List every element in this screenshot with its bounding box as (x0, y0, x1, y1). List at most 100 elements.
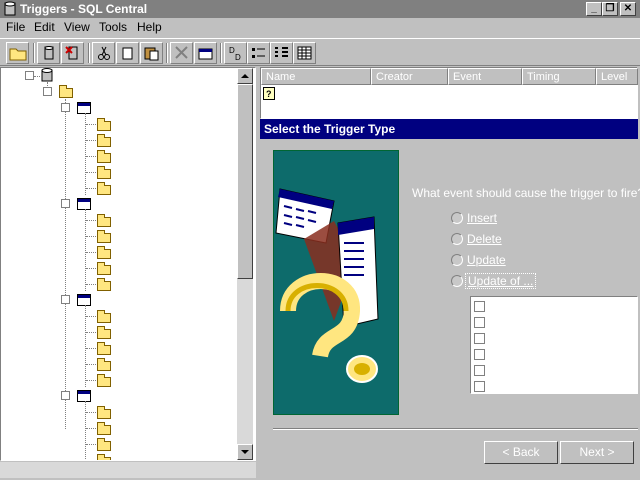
wizard-question: What event should cause the trigger to f… (412, 186, 640, 200)
folder-expander[interactable] (43, 87, 52, 96)
insert-radio[interactable] (451, 212, 463, 224)
table-expander[interactable] (61, 295, 70, 304)
wizard-divider (273, 428, 638, 430)
delete-button[interactable] (170, 42, 193, 64)
table-expander[interactable] (61, 103, 70, 112)
menu-bar: File Edit View Tools Help (0, 18, 640, 37)
folder-icon (97, 230, 111, 243)
app-icon[interactable] (2, 1, 18, 17)
folder-icon (97, 406, 111, 419)
tree-line (86, 316, 96, 317)
insert-label[interactable]: Insert (467, 211, 497, 225)
table-expander[interactable] (61, 199, 70, 208)
scroll-thumb[interactable] (237, 84, 253, 279)
small-icons-icon (252, 48, 265, 58)
folder-icon (97, 438, 111, 451)
delete-radio[interactable] (451, 233, 463, 245)
back-button[interactable]: < Back (484, 441, 558, 464)
tree-line (86, 412, 96, 413)
tree-root-expander[interactable] (25, 71, 34, 80)
column-event[interactable]: Event (448, 68, 522, 85)
details-view-icon (297, 46, 312, 60)
wizard-title: Select the Trigger Type (260, 119, 638, 139)
update-radio[interactable] (451, 254, 463, 266)
object-tree[interactable] (0, 67, 256, 461)
open-folder-button[interactable] (6, 42, 29, 64)
folder-icon (97, 262, 111, 275)
menu-view[interactable]: View (64, 18, 90, 37)
menu-tools[interactable]: Tools (99, 18, 127, 37)
update-of-radio[interactable] (451, 275, 463, 287)
table-icon (77, 294, 91, 306)
details-view-button[interactable] (293, 42, 316, 64)
tree-line (86, 348, 96, 349)
tree-line (86, 380, 96, 381)
column-checkbox-list[interactable] (470, 296, 638, 394)
update-label[interactable]: Update (467, 253, 506, 267)
column-creator[interactable]: Creator (371, 68, 448, 85)
cut-button[interactable] (92, 42, 115, 64)
column-name[interactable]: Name (261, 68, 371, 85)
svg-text:?: ? (266, 89, 272, 99)
folder-icon (97, 342, 111, 355)
menu-help[interactable]: Help (137, 18, 162, 37)
column-checkbox[interactable] (474, 301, 485, 312)
small-icons-button[interactable] (247, 42, 270, 64)
column-checkbox[interactable] (474, 365, 485, 376)
cut-icon (98, 46, 110, 60)
database-icon (44, 46, 54, 60)
column-checkbox[interactable] (474, 333, 485, 344)
list-view-button[interactable] (270, 42, 293, 64)
folder-icon (97, 118, 111, 131)
tree-line (86, 284, 96, 285)
large-icons-button[interactable]: DD (224, 42, 247, 64)
tree-line (86, 172, 96, 173)
tree-vertical-scrollbar[interactable] (237, 68, 253, 460)
tree-line (85, 209, 86, 291)
tree-horizontal-scrollbar[interactable] (0, 461, 256, 478)
tree-line (86, 156, 96, 157)
disconnect-button[interactable] (61, 42, 84, 64)
wizard-illustration (273, 150, 399, 415)
tree-line (86, 268, 96, 269)
new-trigger-icon[interactable]: ? (263, 87, 275, 100)
next-button[interactable]: Next > (560, 441, 634, 464)
tree-line (86, 252, 96, 253)
window-title: Triggers - SQL Central (20, 2, 148, 16)
paste-button[interactable] (140, 42, 163, 64)
scroll-up-button[interactable] (237, 68, 253, 84)
copy-button[interactable] (116, 42, 139, 64)
tree-line (34, 76, 40, 77)
properties-button[interactable] (194, 42, 217, 64)
trigger-list[interactable]: Name Creator Event Timing Level ? (260, 67, 638, 119)
large-icons-icon: DD (229, 46, 241, 61)
scroll-down-button[interactable] (237, 444, 253, 460)
title-bar[interactable]: Triggers - SQL Central (0, 0, 640, 18)
column-checkbox[interactable] (474, 349, 485, 360)
tree-line (86, 140, 96, 141)
folder-icon (97, 358, 111, 371)
folder-icon (97, 326, 111, 339)
column-checkbox[interactable] (474, 317, 485, 328)
minimize-button[interactable]: _ (586, 2, 602, 16)
folder-icon (97, 246, 111, 259)
close-button[interactable]: ✕ (620, 2, 636, 16)
column-checkbox[interactable] (474, 381, 485, 392)
trigger-wizard-illustration-icon (275, 188, 379, 383)
tree-line (85, 305, 86, 387)
table-expander[interactable] (61, 391, 70, 400)
menu-edit[interactable]: Edit (34, 18, 55, 37)
properties-icon (198, 48, 213, 60)
database-icon[interactable] (41, 68, 53, 82)
folder-icon (97, 374, 111, 387)
update-of-label[interactable]: Update of ... (465, 273, 537, 289)
column-timing[interactable]: Timing (522, 68, 596, 85)
restore-button[interactable]: ❐ (602, 2, 618, 16)
tree-line (86, 236, 96, 237)
arrow-up-icon (241, 74, 249, 78)
menu-file[interactable]: File (6, 18, 25, 37)
connect-button[interactable] (37, 42, 60, 64)
column-level[interactable]: Level (596, 68, 638, 85)
delete-label[interactable]: Delete (467, 232, 502, 246)
folder-icon (97, 214, 111, 227)
